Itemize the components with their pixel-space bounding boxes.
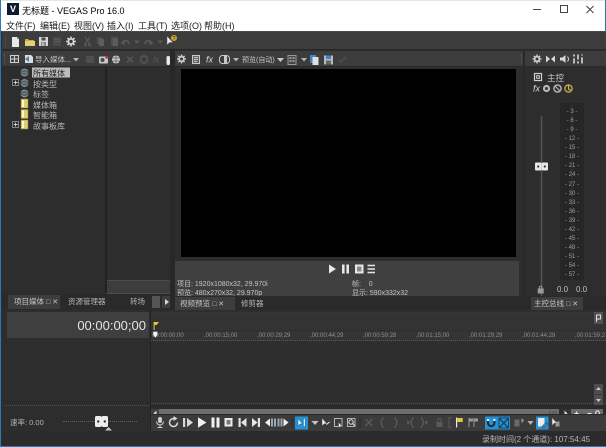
svg-text:fx: fx [206,55,214,65]
svg-text:导入媒体...: 导入媒体... [35,54,71,64]
svg-text:?: ? [172,36,175,42]
svg-text:预览(自动): 预览(自动) [242,55,275,64]
svg-text:fx: fx [533,84,541,94]
svg-text:主控: 主控 [547,73,565,83]
svg-text:fx: fx [153,56,160,65]
